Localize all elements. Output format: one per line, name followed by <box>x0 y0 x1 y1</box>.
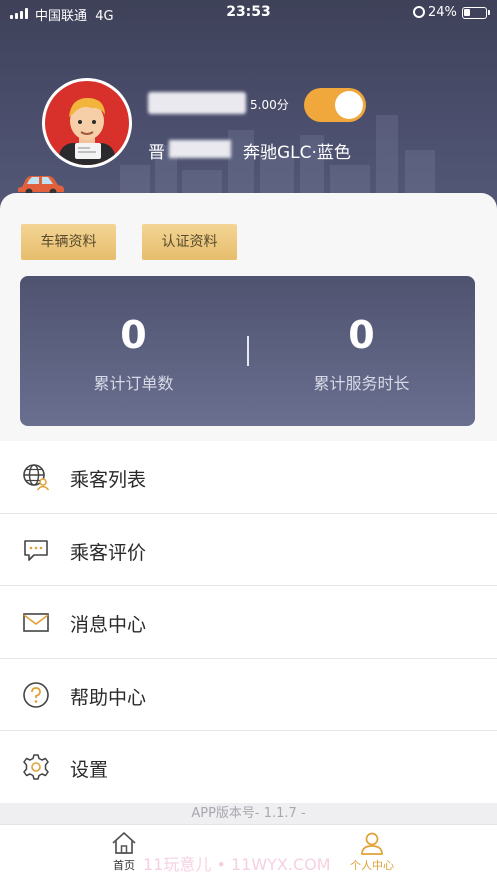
envelope-icon <box>23 613 49 632</box>
driver-name-redacted <box>148 92 246 114</box>
home-icon <box>112 832 136 854</box>
vehicle-info-button[interactable]: 车辆资料 <box>21 224 116 260</box>
tab-personal-center-label: 个人中心 <box>350 859 394 872</box>
service-time-value: 0 <box>348 313 375 357</box>
app-version: APP版本号- 1.1.7 - <box>0 803 497 825</box>
chat-bubble-icon <box>24 539 48 561</box>
avatar[interactable] <box>42 78 132 168</box>
menu-item-passenger-reviews[interactable]: 乘客评价 <box>0 514 497 586</box>
menu-item-settings[interactable]: 设置 <box>0 731 497 804</box>
menu-item-passenger-list[interactable]: 乘客列表 <box>0 441 497 514</box>
watermark-text: 11玩意儿 • 11WYX.COM <box>143 855 331 874</box>
person-icon <box>361 832 383 855</box>
toggle-knob <box>335 91 363 119</box>
order-count-label: 累计订单数 <box>93 374 174 393</box>
battery-tip <box>488 10 490 15</box>
stats-panel: 0 累计订单数 0 累计服务时长 <box>20 276 475 426</box>
plate-number-redacted <box>169 140 231 158</box>
plate-prefix: 晋 <box>148 143 165 163</box>
tab-personal-center[interactable]: 个人中心 <box>342 829 402 873</box>
avatar-image <box>45 81 129 165</box>
menu-item-message-center[interactable]: 消息中心 <box>0 586 497 659</box>
menu-list: 乘客列表 乘客评价 消息中心 帮助中心 设置 <box>0 441 497 804</box>
menu-item-label: 乘客列表 <box>70 469 147 491</box>
cert-info-button[interactable]: 认证资料 <box>142 224 237 260</box>
question-icon <box>23 681 49 708</box>
menu-item-label: 设置 <box>70 759 109 781</box>
battery-icon <box>462 7 487 19</box>
menu-item-help-center[interactable]: 帮助中心 <box>0 659 497 731</box>
status-bar: 中国联通 4G 23:53 24% <box>0 0 497 26</box>
globe-user-icon <box>23 464 50 491</box>
gear-icon <box>23 754 49 780</box>
battery-percent: 24% <box>428 5 457 20</box>
driver-rating: 5.00分 <box>250 98 289 112</box>
menu-item-label: 消息中心 <box>70 614 147 636</box>
order-count-value: 0 <box>120 313 147 357</box>
menu-item-label: 乘客评价 <box>70 541 147 564</box>
online-status-toggle[interactable] <box>304 88 366 122</box>
menu-item-label: 帮助中心 <box>70 686 147 709</box>
rotation-lock-icon <box>413 6 425 18</box>
service-time-label: 累计服务时长 <box>313 374 410 393</box>
driver-avatar-icon <box>59 97 115 165</box>
car-model-text: 奔驰GLC·蓝色 <box>243 143 351 163</box>
